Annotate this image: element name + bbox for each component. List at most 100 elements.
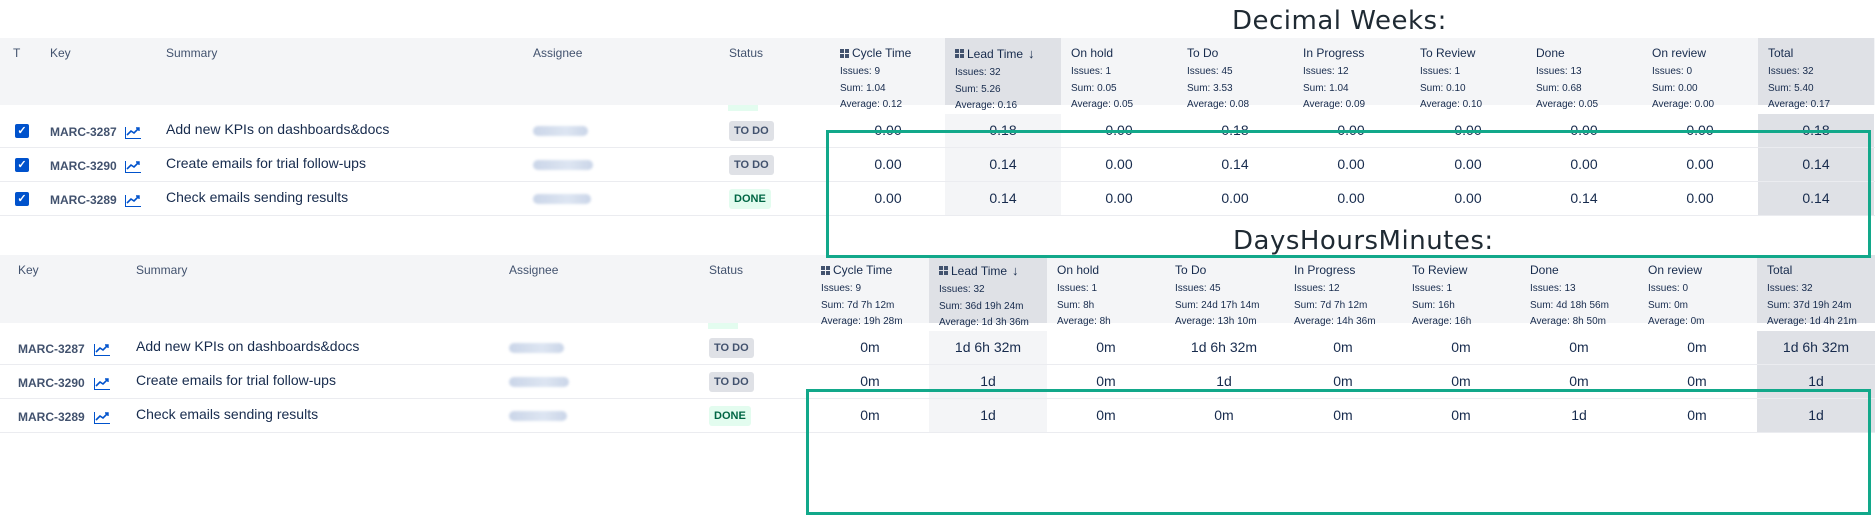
metric-header-lead-time[interactable]: Lead Time ↓ Issues: 32 Sum: 5.26 Average: 0.… [945,38,1061,111]
assignee-avatar-name [533,126,588,136]
metric-header-total[interactable]: Total Issues: 32 Sum: 37d 19h 24m Average: … [1757,255,1875,327]
col-assignee-header[interactable]: Assignee [509,263,558,277]
metric-title: Lead Time [951,263,1008,278]
metric-title: Total [1767,263,1793,277]
highlight-frame-decimal-weeks [826,130,1871,258]
metric-sum: Sum: 3.53 [1187,82,1233,94]
metric-issues: Issues: 45 [1187,66,1233,77]
metric-value-total: 1d 6h 32m [1782,339,1850,355]
col-type-header[interactable]: T [13,46,20,60]
metric-value-to-do: 1d 6h 32m [1190,339,1258,355]
metric-header-in-progress[interactable]: In Progress Issues: 12 Sum: 1.04 Average: 0… [1293,38,1409,110]
metric-sum: Sum: 16h [1412,299,1455,311]
grid-icon [939,266,948,275]
chart-icon[interactable] [94,378,110,390]
table-row[interactable]: MARC-3287 Add new KPIs on dashboards&docs… [0,331,1875,365]
issue-key-link[interactable]: MARC-3290 [18,376,85,390]
metric-sum: Sum: 0.68 [1536,82,1582,94]
metric-header-on-review[interactable]: On review Issues: 0 Sum: 0m Average: 0m [1638,255,1756,327]
metric-value-in-progress: 0m [1333,373,1353,389]
metric-title: Total [1768,46,1794,60]
metric-title: On hold [1057,263,1100,277]
metric-title: Done [1536,46,1565,60]
metric-header-lead-time[interactable]: Lead Time ↓ Issues: 32 Sum: 36d 19h 24m Aver… [929,255,1047,328]
issue-summary[interactable]: Check emails sending results [166,189,348,205]
chart-icon[interactable] [125,161,141,173]
chart-icon[interactable] [94,344,110,356]
metric-sum: Sum: 1.04 [1303,82,1349,94]
grid-icon [955,49,964,58]
metric-header-to-do[interactable]: To Do Issues: 45 Sum: 3.53 Average: 0.08 [1177,38,1293,110]
issue-key-link[interactable]: MARC-3287 [50,125,117,139]
issue-summary[interactable]: Create emails for trial follow-ups [136,372,336,388]
metric-issues: Issues: 12 [1303,66,1349,77]
col-status-header[interactable]: Status [709,263,743,277]
metric-average: Average: 19h 28m [821,316,903,327]
issue-summary[interactable]: Create emails for trial follow-ups [166,155,366,171]
metric-sum: Sum: 36d 19h 24m [939,300,1024,312]
metric-header-on-hold[interactable]: On hold Issues: 1 Sum: 8h Average: 8h [1047,255,1165,327]
status-lozenge: DONE [729,189,771,209]
sort-desc-icon[interactable]: ↓ [1028,46,1035,61]
metric-average: Average: 0.17 [1768,99,1831,110]
col-summary-header[interactable]: Summary [166,46,217,60]
col-assignee-header[interactable]: Assignee [533,46,582,60]
issue-key-link[interactable]: MARC-3290 [50,159,117,173]
metric-value-to-do: 1d [1216,373,1232,389]
grid-icon [840,48,849,58]
metric-value-lead-time: 1d 6h 32m [954,339,1022,355]
sort-desc-icon[interactable]: ↓ [1012,263,1019,278]
metric-value-in-progress: 0m [1333,339,1353,355]
issue-key-link[interactable]: MARC-3289 [18,410,85,424]
chart-icon[interactable] [125,127,141,139]
metric-header-cycle-time[interactable]: Cycle Time Issues: 9 Sum: 7d 7h 12m Average… [811,255,929,327]
metric-header-to-do[interactable]: To Do Issues: 45 Sum: 24d 17h 14m Average: … [1165,255,1283,327]
issue-summary[interactable]: Add new KPIs on dashboards&docs [166,121,389,137]
metric-header-done[interactable]: Done Issues: 13 Sum: 4d 18h 56m Average: 8h… [1520,255,1638,327]
metric-title: To Do [1175,263,1207,277]
metric-header-total[interactable]: Total Issues: 32 Sum: 5.40 Average: 0.17 [1758,38,1874,110]
metric-sum: Sum: 24d 17h 14m [1175,299,1260,311]
chart-icon[interactable] [94,412,110,424]
metric-header-on-review[interactable]: On review Issues: 0 Sum: 0.00 Average: 0.00 [1642,38,1758,110]
metric-value-done: 0m [1569,373,1589,389]
status-lozenge: TO DO [709,372,754,392]
issue-key-link[interactable]: MARC-3287 [18,342,85,356]
metric-issues: Issues: 13 [1536,66,1582,77]
metric-header-in-progress[interactable]: In Progress Issues: 12 Sum: 7d 7h 12m Avera… [1284,255,1402,327]
col-key-header[interactable]: Key [18,263,39,277]
metric-value-on-hold: 0m [1096,373,1116,389]
issue-summary[interactable]: Check emails sending results [136,406,318,422]
metric-value-cycle-time: 0m [860,339,880,355]
metric-header-to-review[interactable]: To Review Issues: 1 Sum: 16h Average: 16h [1402,255,1520,327]
status-lozenge: TO DO [729,155,774,175]
issue-key-link[interactable]: MARC-3289 [50,193,117,207]
metric-sum: Sum: 0.10 [1420,82,1466,94]
row-checkbox[interactable]: ✓ [15,192,29,206]
col-status-header[interactable]: Status [729,46,763,60]
metric-sum: Sum: 0m [1648,299,1689,311]
metric-header-cycle-time[interactable]: Cycle Time Issues: 9 Sum: 1.04 Average: 0.1… [830,38,946,110]
col-key-header[interactable]: Key [50,46,71,60]
metric-header-on-hold[interactable]: On hold Issues: 1 Sum: 0.05 Average: 0.05 [1061,38,1177,110]
status-lozenge: TO DO [729,121,774,141]
decimal-weeks-caption: Decimal Weeks: [1232,6,1447,36]
metric-header-done[interactable]: Done Issues: 13 Sum: 0.68 Average: 0.05 [1526,38,1642,110]
metric-value-on-review: 0m [1687,373,1707,389]
metric-header-to-review[interactable]: To Review Issues: 1 Sum: 0.10 Average: 0.10 [1410,38,1526,110]
table-header: Key Summary Assignee Status Cycle Time Is… [0,255,1875,328]
row-checkbox[interactable]: ✓ [15,124,29,138]
metric-average: Average: 0.16 [955,100,1018,111]
metric-sum: Sum: 0.00 [1652,82,1698,94]
chart-icon[interactable] [125,195,141,207]
metric-issues: Issues: 9 [821,283,862,294]
assignee-avatar-name [509,343,564,353]
metric-sum: Sum: 7d 7h 12m [1294,299,1368,311]
row-checkbox[interactable]: ✓ [15,158,29,172]
metric-title: To Review [1412,263,1468,277]
metric-issues: Issues: 1 [1057,283,1098,294]
col-summary-header[interactable]: Summary [136,263,187,277]
metric-issues: Issues: 12 [1294,283,1340,294]
issue-summary[interactable]: Add new KPIs on dashboards&docs [136,338,359,354]
metric-issues: Issues: 0 [1652,66,1693,77]
